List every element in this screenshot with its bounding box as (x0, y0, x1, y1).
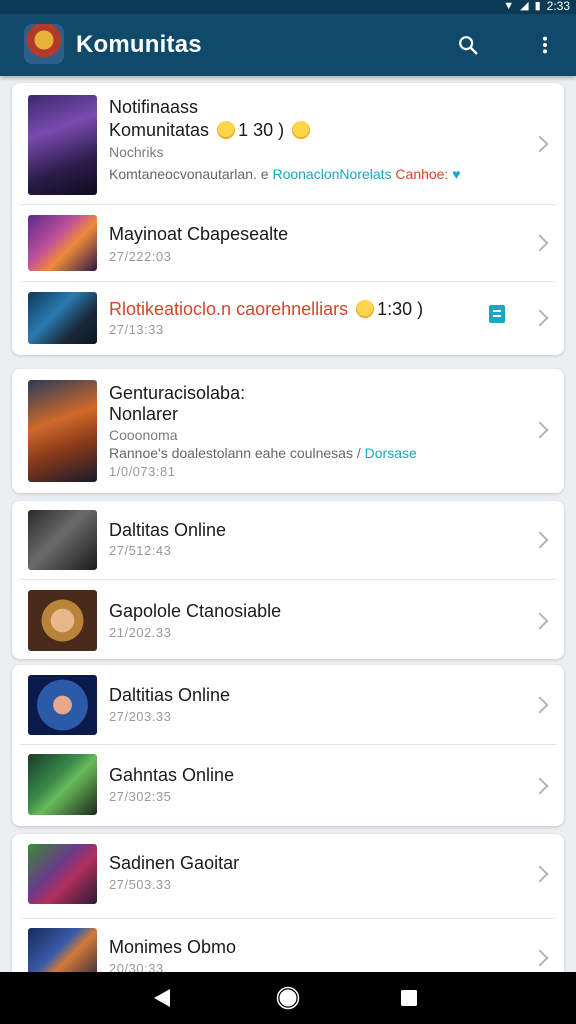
back-icon (154, 989, 170, 1007)
game-thumbnail (28, 844, 97, 904)
item-description: Komtaneocvonautarlan. e RoonaclonNorelat… (109, 166, 461, 182)
item-date: 27/503.33 (109, 877, 172, 892)
home-icon (276, 986, 300, 1010)
item-title: Gahntas Online (109, 765, 235, 785)
item-date: 27/222:03 (109, 249, 172, 264)
chevron-right-icon (531, 777, 549, 795)
list-item[interactable]: Monimes Obmo 20/30:33 (12, 918, 564, 972)
game-thumbnail (28, 510, 97, 570)
item-title: Notifinaass (109, 97, 199, 117)
item-date: 27/13:33 (109, 322, 164, 337)
list-item[interactable]: Daltitas Online 27/512:43 (12, 501, 564, 579)
status-icons: ▼ ◢ ▮ 2:33 (503, 0, 570, 13)
item-date: 21/202.33 (109, 625, 172, 640)
chevron-right-icon (531, 696, 549, 714)
item-title: Sadinen Gaoitar (109, 853, 240, 873)
item-link[interactable]: RoonaclonNorelats (272, 166, 391, 182)
item-description: Rannoe's doalestolann eahe coulnesas / D… (109, 445, 417, 461)
item-title: Rlotikeatioclo.n caorehnelliars 1:30 ) (109, 299, 424, 319)
chevron-right-icon (531, 309, 549, 327)
smile-emoji-icon (356, 300, 375, 318)
list-card: Genturacisolaba: Nonlarer Cooonoma Ranno… (12, 369, 564, 493)
back-button[interactable] (150, 986, 174, 1010)
game-thumbnail (28, 928, 97, 972)
item-title: Daltitas Online (109, 520, 227, 540)
home-button[interactable] (276, 986, 300, 1010)
chevron-right-icon (531, 612, 549, 630)
game-thumbnail (28, 292, 97, 344)
chevron-right-icon (531, 531, 549, 549)
list-item[interactable]: Mayinoat Cbapesealte 27/222:03 (12, 204, 564, 281)
item-title: Daltitias Online (109, 685, 231, 705)
status-time: 2:33 (546, 0, 570, 13)
list-card: Sadinen Gaoitar 27/503.33 Monimes Obmo 2… (12, 834, 564, 972)
item-title: Genturacisolaba: (109, 383, 246, 403)
item-meta: Cooonoma (109, 427, 178, 443)
item-title: Monimes Obmo (109, 937, 237, 957)
game-thumbnail (28, 754, 97, 815)
chevron-right-icon (531, 421, 549, 439)
item-link[interactable]: Dorsase (365, 445, 417, 461)
document-icon (489, 305, 505, 323)
list-card: Daltitias Online 27/203.33 Gahntas Onlin… (12, 665, 564, 826)
item-meta: Nochriks (109, 144, 164, 160)
recents-button[interactable] (397, 986, 421, 1010)
item-date: 27/203.33 (109, 709, 172, 724)
game-thumbnail (28, 590, 97, 651)
list-item[interactable]: Gahntas Online 27/302:35 (12, 744, 564, 826)
game-thumbnail (28, 380, 97, 482)
smile-emoji-icon (217, 121, 236, 139)
item-date: 20/30:33 (109, 961, 164, 972)
item-subtitle: Komunitatas 1 30 ) (109, 120, 520, 141)
item-title: Gapolole Ctanosiable (109, 601, 282, 621)
item-title: Mayinoat Cbapesealte (109, 224, 289, 244)
signal-icon: ◢ (520, 0, 529, 12)
community-list[interactable]: Notifinaass Komunitatas 1 30 ) Nochriks … (0, 76, 576, 972)
recents-icon (401, 990, 417, 1006)
location-icon: ♥ (452, 166, 461, 182)
list-item[interactable]: Daltitias Online 27/203.33 (12, 665, 564, 744)
search-button[interactable] (453, 30, 483, 60)
battery-icon: ▮ (534, 0, 541, 12)
more-vert-icon (542, 36, 548, 54)
chevron-right-icon (531, 865, 549, 883)
game-thumbnail (28, 95, 97, 195)
chevron-right-icon (531, 234, 549, 252)
app-bar: Komunitas (0, 14, 576, 76)
item-date: 27/512:43 (109, 543, 172, 558)
list-item[interactable]: Genturacisolaba: Nonlarer Cooonoma Ranno… (12, 369, 564, 493)
list-item[interactable]: Rlotikeatioclo.n caorehnelliars 1:30 ) 2… (12, 281, 564, 355)
list-item[interactable]: Gapolole Ctanosiable 21/202.33 (12, 579, 564, 659)
list-card: Notifinaass Komunitatas 1 30 ) Nochriks … (12, 83, 564, 355)
smile-emoji-icon (292, 121, 311, 139)
item-date: 1/0/073:81 (109, 464, 176, 479)
search-icon (459, 36, 478, 55)
wifi-icon: ▼ (503, 0, 515, 12)
chevron-right-icon (531, 135, 549, 153)
more-options-button[interactable] (530, 30, 560, 60)
system-navigation-bar (0, 972, 576, 1024)
list-item[interactable]: Sadinen Gaoitar 27/503.33 (12, 834, 564, 912)
page-title: Komunitas (76, 31, 202, 58)
game-thumbnail (28, 675, 97, 735)
chevron-right-icon (531, 949, 549, 967)
item-link[interactable]: Canhoe: (395, 166, 448, 182)
app-logo (24, 24, 64, 64)
status-bar: ▼ ◢ ▮ 2:33 (0, 0, 576, 14)
list-card: Daltitas Online 27/512:43 Gapolole Ctano… (12, 501, 564, 659)
item-subtitle: Nonlarer (109, 404, 179, 424)
list-item[interactable]: Notifinaass Komunitatas 1 30 ) Nochriks … (12, 83, 564, 204)
item-date: 27/302:35 (109, 789, 172, 804)
game-thumbnail (28, 215, 97, 271)
